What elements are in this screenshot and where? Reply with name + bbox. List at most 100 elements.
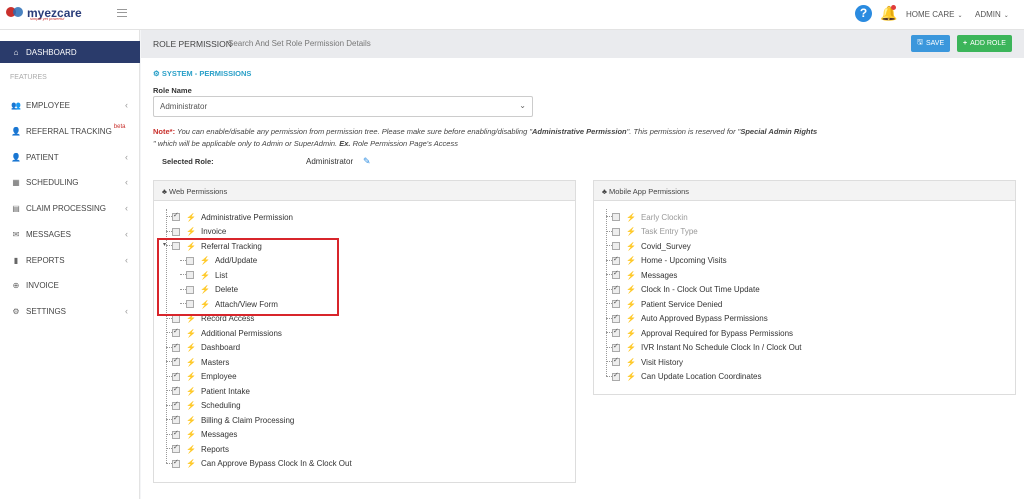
- permission-checkbox[interactable]: [612, 255, 620, 265]
- permission-checkbox[interactable]: [612, 327, 620, 337]
- permission-node[interactable]: ⚡ Clock In - Clock Out Time Update: [612, 283, 760, 297]
- sidebar-item-messages[interactable]: ✉ MESSAGES ‹: [0, 223, 140, 245]
- bolt-icon: ⚡: [186, 343, 196, 352]
- permission-node[interactable]: ⚡ Home - Upcoming Visits: [612, 254, 727, 268]
- sidebar-item-dashboard[interactable]: ⌂ DASHBOARD: [0, 41, 140, 63]
- permission-checkbox[interactable]: [172, 385, 180, 395]
- permission-node[interactable]: ⚡ Early Clockin: [612, 210, 688, 224]
- permission-node[interactable]: ⚡ Auto Approved Bypass Permissions: [612, 312, 768, 326]
- permission-node[interactable]: ⚡ Messages: [612, 268, 677, 282]
- bolt-icon: ⚡: [186, 357, 196, 367]
- permission-checkbox[interactable]: [172, 327, 180, 337]
- permission-checkbox[interactable]: [612, 269, 620, 279]
- permission-label: IVR Instant No Schedule Clock In / Clock…: [640, 343, 802, 352]
- beta-badge: beta: [113, 124, 126, 130]
- hamburger-menu-icon[interactable]: [117, 9, 127, 17]
- permission-node[interactable]: ⚡ Scheduling: [172, 399, 241, 413]
- web-permissions-panel: ♣ Web Permissions ⚡ Administrative Permis…: [153, 180, 576, 483]
- permission-node[interactable]: ⚡ Task Entry Type: [612, 225, 698, 239]
- permission-node[interactable]: ⚡ Visit History: [612, 355, 683, 369]
- home-care-dropdown[interactable]: HOME CARE ⌄: [906, 10, 962, 19]
- bolt-icon: ⚡: [186, 386, 196, 396]
- permission-node[interactable]: ⚡ Patient Intake: [172, 384, 250, 398]
- permission-label: Patient Intake: [200, 386, 250, 396]
- permission-node[interactable]: ⚡ Billing & Claim Processing: [172, 413, 294, 427]
- permission-node[interactable]: ⚡ Dashboard: [172, 341, 240, 355]
- role-name-label: Role Name: [153, 86, 192, 95]
- sidebar-item-label: SCHEDULING: [26, 177, 79, 187]
- permission-label: Employee: [200, 372, 237, 381]
- permission-label: Home - Upcoming Visits: [640, 256, 727, 265]
- permission-checkbox[interactable]: [172, 342, 180, 352]
- permission-node[interactable]: ⚡ Additional Permissions: [172, 326, 282, 340]
- home-care-label: HOME CARE: [906, 10, 955, 19]
- bolt-icon: ⚡: [626, 212, 636, 222]
- bolt-icon: ⚡: [186, 227, 196, 236]
- permission-node[interactable]: ⚡ Reports: [172, 442, 229, 456]
- permission-checkbox[interactable]: [172, 458, 180, 468]
- sidebar-item-label: REPORTS: [26, 255, 65, 265]
- permission-node[interactable]: ⚡ Employee: [172, 370, 237, 384]
- permission-note: Note*: You can enable/disable any permis…: [153, 126, 953, 150]
- section-title-text: SYSTEM - PERMISSIONS: [161, 69, 252, 78]
- role-name-select[interactable]: Administrator ⌄: [153, 96, 533, 117]
- bolt-icon: ⚡: [626, 372, 636, 381]
- permission-checkbox[interactable]: [172, 414, 180, 424]
- permission-node[interactable]: ⚡ Invoice: [172, 225, 226, 239]
- tree-icon: ♣: [602, 187, 610, 196]
- permission-node[interactable]: ⚡ Messages: [172, 428, 237, 442]
- save-button[interactable]: 🖫 SAVE: [911, 35, 951, 52]
- user-icon: 👤: [11, 152, 21, 162]
- bolt-icon: ⚡: [186, 372, 196, 381]
- permission-checkbox[interactable]: [612, 342, 620, 352]
- pencil-edit-icon[interactable]: ✎: [363, 156, 371, 167]
- permission-checkbox[interactable]: [172, 211, 180, 221]
- permission-checkbox[interactable]: [612, 356, 620, 366]
- sidebar-item-employee[interactable]: 👥 EMPLOYEE ‹: [0, 94, 140, 116]
- permission-checkbox[interactable]: [612, 242, 620, 250]
- permission-checkbox[interactable]: [172, 227, 180, 236]
- permission-node[interactable]: ⚡ Covid_Survey: [612, 239, 691, 253]
- sidebar-item-scheduling[interactable]: ▦ SCHEDULING ‹: [0, 171, 140, 193]
- mobile-permissions-panel: ♣ Mobile App Permissions ⚡ Early Clockin ⚡…: [593, 180, 1016, 395]
- permission-checkbox[interactable]: [172, 400, 180, 410]
- permission-node[interactable]: ⚡ Can Update Location Coordinates: [612, 370, 762, 384]
- permission-node[interactable]: ⚡ Patient Service Denied: [612, 297, 722, 311]
- admin-dropdown[interactable]: ADMIN ⌄: [975, 10, 1009, 19]
- user-icon: 👤: [11, 126, 21, 136]
- permission-checkbox[interactable]: [612, 298, 620, 308]
- permission-node[interactable]: ⚡ Masters: [172, 355, 229, 369]
- permission-node[interactable]: ⚡ Approval Required for Bypass Permission…: [612, 326, 793, 340]
- sidebar-item-referral-tracking[interactable]: 👤 REFERRAL TRACKING beta: [0, 120, 140, 142]
- permission-checkbox[interactable]: [172, 429, 180, 439]
- permission-checkbox[interactable]: [612, 227, 620, 236]
- chevron-left-icon: ‹: [125, 100, 128, 110]
- sidebar-item-invoice[interactable]: ⊕ INVOICE: [0, 274, 140, 296]
- sidebar-item-label: DASHBOARD: [26, 47, 77, 57]
- selected-role-value: Administrator: [306, 157, 354, 166]
- file-icon: ▤: [12, 203, 20, 213]
- sidebar-item-claim-processing[interactable]: ▤ CLAIM PROCESSING ‹: [0, 197, 140, 219]
- bolt-icon: ⚡: [626, 256, 636, 265]
- permission-checkbox[interactable]: [172, 443, 180, 453]
- permission-node[interactable]: ⚡ IVR Instant No Schedule Clock In / Cloc…: [612, 341, 801, 355]
- permission-checkbox[interactable]: [612, 313, 620, 323]
- permission-checkbox[interactable]: [172, 371, 180, 381]
- notification-bell-icon[interactable]: 🔔: [880, 5, 897, 21]
- permission-node[interactable]: ⚡ Can Approve Bypass Clock In & Clock Out: [172, 457, 352, 471]
- sidebar-item-patient[interactable]: 👤 PATIENT ‹: [0, 146, 140, 168]
- save-icon: 🖫: [917, 39, 923, 46]
- permission-checkbox[interactable]: [612, 284, 620, 294]
- help-icon[interactable]: ?: [855, 5, 872, 22]
- permission-node[interactable]: ⚡ Administrative Permission: [172, 210, 293, 224]
- page-title: ROLE PERMISSION: [153, 39, 232, 49]
- sidebar-item-reports[interactable]: ▮ REPORTS ‹: [0, 249, 140, 271]
- permission-checkbox[interactable]: [612, 213, 620, 221]
- permission-checkbox[interactable]: [172, 356, 180, 366]
- bolt-icon: ⚡: [626, 343, 636, 352]
- panel-header: ♣ Web Permissions: [154, 181, 575, 201]
- permission-checkbox[interactable]: [612, 371, 620, 381]
- permission-label: Reports: [200, 444, 229, 454]
- add-role-button[interactable]: + ADD ROLE: [957, 35, 1012, 52]
- sidebar-item-settings[interactable]: ⚙ SETTINGS ‹: [0, 300, 140, 322]
